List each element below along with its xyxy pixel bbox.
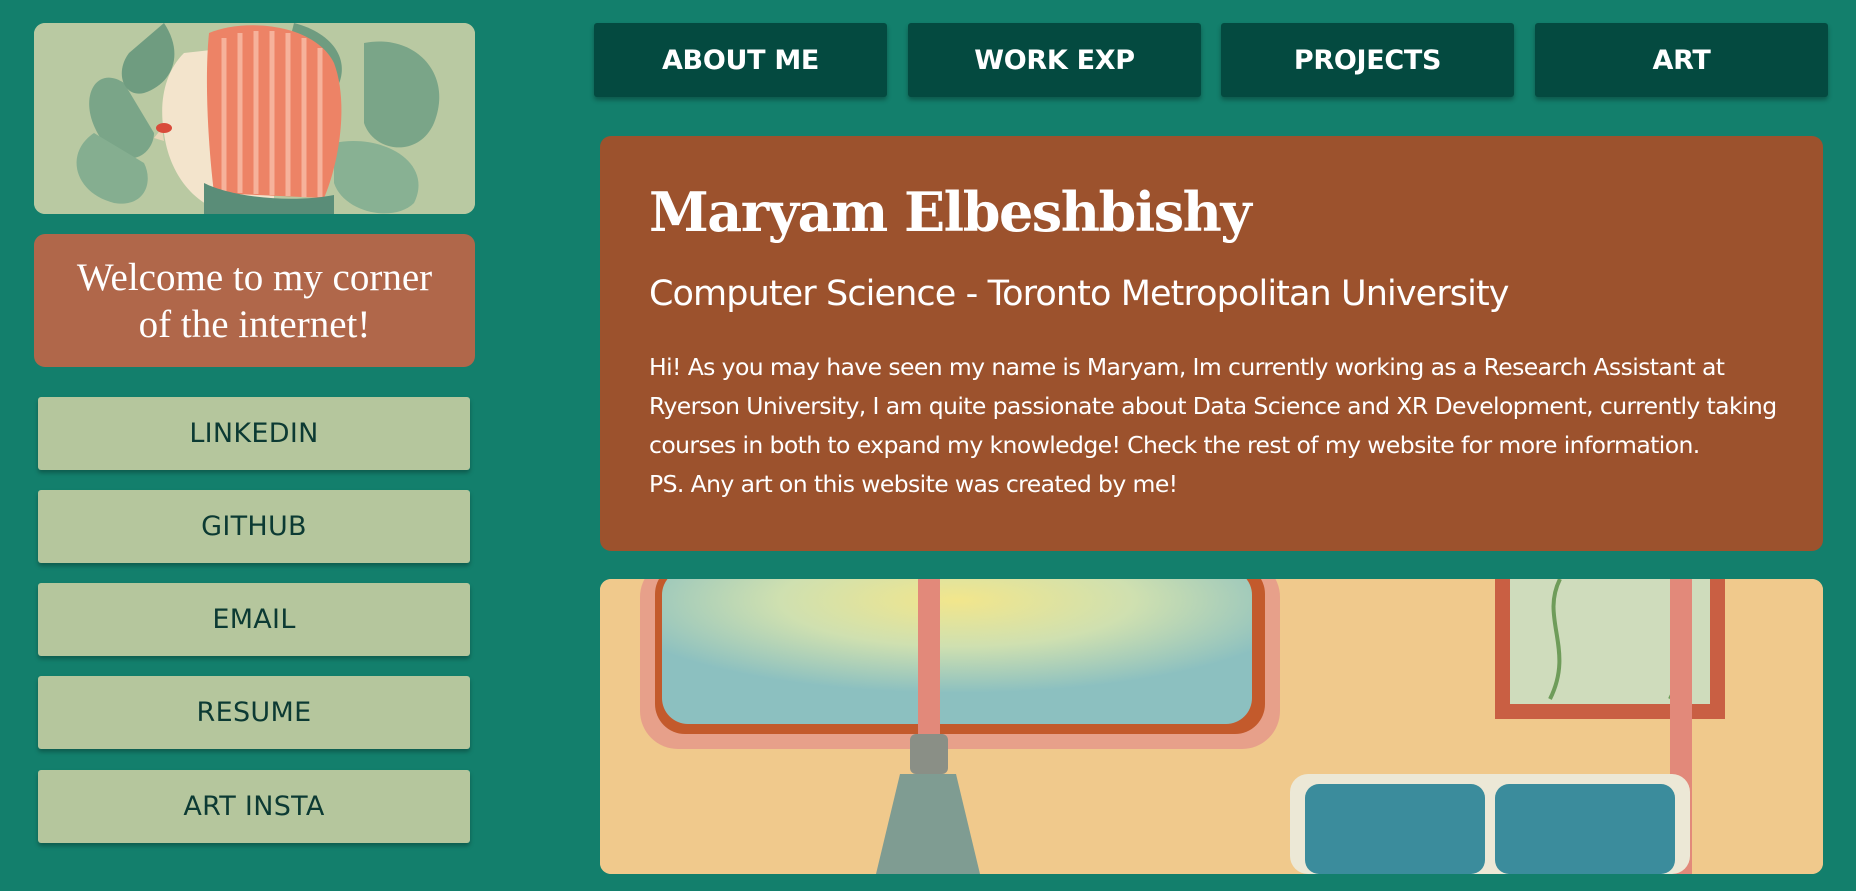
bio-ps: PS. Any art on this website was created … (649, 470, 1178, 498)
avatar-illustration (34, 23, 475, 214)
art-banner (600, 579, 1823, 874)
bio-text: Hi! As you may have seen my name is Mary… (649, 353, 1777, 459)
bio: Hi! As you may have seen my name is Mary… (649, 348, 1799, 504)
email-button[interactable]: EMAIL (38, 583, 470, 656)
resume-button[interactable]: RESUME (38, 676, 470, 749)
art-insta-button[interactable]: ART INSTA (38, 770, 470, 843)
subtitle: Computer Science - Toronto Metropolitan … (649, 274, 1510, 314)
intro-card: Maryam Elbeshbishy Computer Science - To… (600, 136, 1823, 551)
nav-projects[interactable]: PROJECTS (1221, 23, 1514, 97)
nav-art[interactable]: ART (1535, 23, 1828, 97)
nav-about-me[interactable]: ABOUT ME (594, 23, 887, 97)
welcome-message: Welcome to my corner of the internet! (34, 234, 475, 367)
nav-work-exp[interactable]: WORK EXP (908, 23, 1201, 97)
page-title: Maryam Elbeshbishy (649, 180, 1252, 244)
github-button[interactable]: GITHUB (38, 490, 470, 563)
linkedin-button[interactable]: LINKEDIN (38, 397, 470, 470)
